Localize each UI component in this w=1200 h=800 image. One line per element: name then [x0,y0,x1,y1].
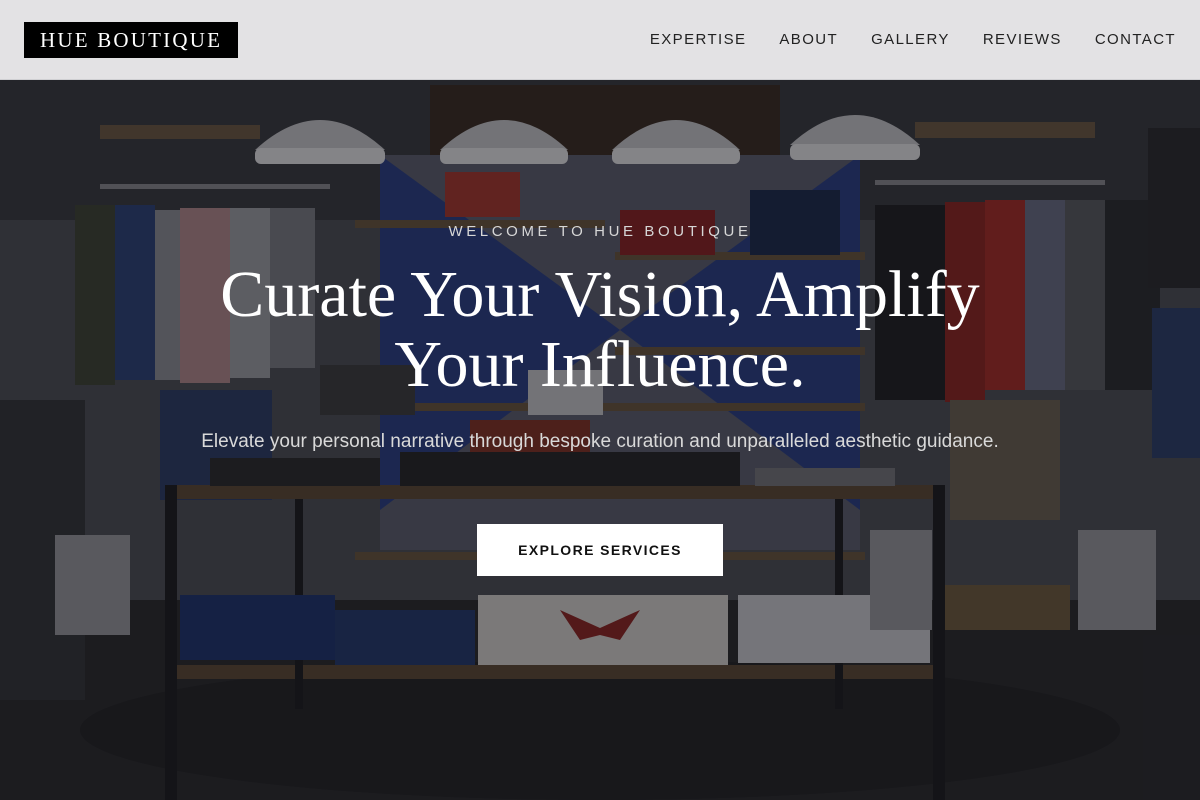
nav-link-gallery[interactable]: GALLERY [871,31,950,48]
nav-link-contact[interactable]: CONTACT [1095,31,1176,48]
nav-link-about[interactable]: ABOUT [779,31,838,48]
hero-section: WELCOME TO HUE BOUTIQUE Curate Your Visi… [0,80,1200,800]
main-nav: EXPERTISE ABOUT GALLERY REVIEWS CONTACT [617,31,1176,48]
site-header: HUE BOUTIQUE EXPERTISE ABOUT GALLERY REV… [0,0,1200,80]
hero-subtext: Elevate your personal narrative through … [201,431,999,452]
hero-eyebrow: WELCOME TO HUE BOUTIQUE [448,223,752,240]
nav-link-reviews[interactable]: REVIEWS [983,31,1062,48]
nav-link-expertise[interactable]: EXPERTISE [650,31,747,48]
hero-headline: Curate Your Vision, Amplify Your Influen… [220,258,980,401]
brand-logo[interactable]: HUE BOUTIQUE [24,21,239,58]
explore-services-button[interactable]: EXPLORE SERVICES [477,524,723,576]
